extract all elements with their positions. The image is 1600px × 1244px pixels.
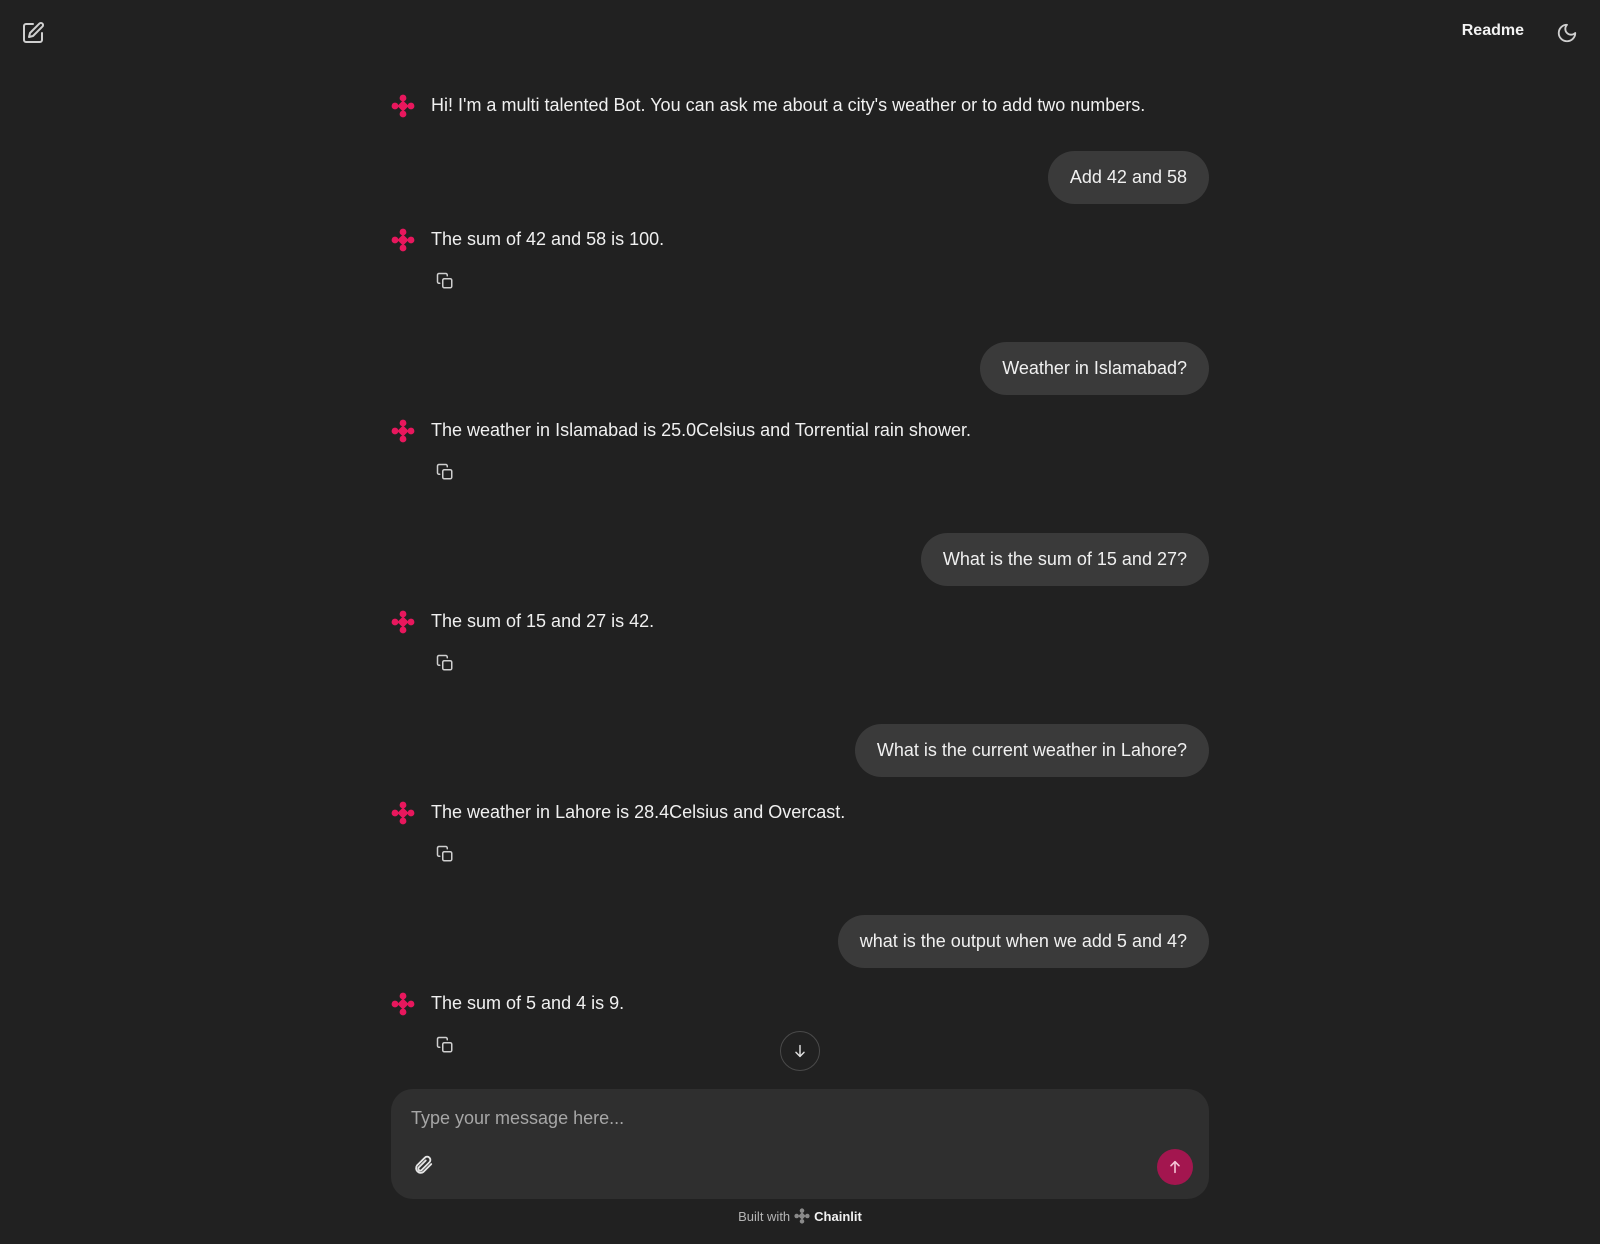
bot-message: The weather in Islamabad is 25.0Celsius … [391,409,1209,533]
moon-icon [1557,23,1577,43]
scroll-to-bottom-button[interactable] [780,1031,820,1071]
top-bar: Readme [0,0,1600,66]
user-message: what is the output when we add 5 and 4? [391,915,1209,968]
user-message: What is the sum of 15 and 27? [391,533,1209,586]
bot-message-text: The sum of 42 and 58 is 100. [431,229,665,249]
attach-file-button[interactable] [409,1151,437,1179]
bot-message: The sum of 42 and 58 is 100. [391,218,1209,342]
message-composer [391,1089,1209,1199]
user-message-bubble: Weather in Islamabad? [980,342,1209,395]
user-message: Weather in Islamabad? [391,342,1209,395]
chainlit-logo-icon [391,610,415,634]
user-message-bubble: what is the output when we add 5 and 4? [837,915,1209,968]
message-input[interactable] [409,1103,1169,1133]
paperclip-icon [415,1155,433,1174]
bot-message-text: The sum of 5 and 4 is 9. [431,993,625,1013]
chainlit-logo-icon [391,801,415,825]
chainlit-logo-icon [391,419,415,443]
user-message-bubble: Add 42 and 58 [1047,151,1209,204]
chainlit-logo-icon [391,228,415,252]
user-message-bubble: What is the current weather in Lahore? [854,724,1209,777]
built-with-label: Built with [738,1208,791,1224]
bot-message-text: The sum of 15 and 27 is 42. [431,611,655,631]
send-button[interactable] [1157,1149,1193,1185]
bot-message-text: The weather in Islamabad is 25.0Celsius … [431,420,971,440]
copy-button[interactable] [431,649,459,677]
footer: Built with Chainlit [0,1208,1600,1224]
bot-message: The weather in Lahore is 28.4Celsius and… [391,791,1209,915]
bot-message: The sum of 15 and 27 is 42. [391,600,1209,724]
arrow-down-icon [795,1044,805,1058]
new-chat-button[interactable] [18,18,48,48]
copy-button[interactable] [431,458,459,486]
chainlit-brand-link[interactable]: Chainlit [814,1209,862,1224]
user-message: Add 42 and 58 [391,151,1209,204]
readme-button[interactable]: Readme [1462,22,1524,40]
chainlit-logo-icon [391,992,415,1016]
copy-icon [436,1036,453,1053]
copy-button[interactable] [431,1031,459,1059]
copy-icon [436,463,453,480]
chainlit-logo-icon [391,94,415,118]
bot-message: Hi! I'm a multi talented Bot. You can as… [391,84,1209,144]
arrow-up-icon [1170,1160,1180,1174]
copy-button[interactable] [431,267,459,295]
user-message: What is the current weather in Lahore? [391,724,1209,777]
bot-message-text: Hi! I'm a multi talented Bot. You can as… [431,95,1146,115]
copy-icon [436,272,453,289]
copy-button[interactable] [431,840,459,868]
message-thread: Hi! I'm a multi talented Bot. You can as… [391,84,1209,1059]
copy-icon [436,654,453,671]
bot-message-text: The weather in Lahore is 28.4Celsius and… [431,802,846,822]
chainlit-logo-icon [794,1208,810,1224]
edit-icon [23,22,44,43]
theme-toggle-button[interactable] [1554,20,1580,46]
copy-icon [436,845,453,862]
user-message-bubble: What is the sum of 15 and 27? [920,533,1209,586]
